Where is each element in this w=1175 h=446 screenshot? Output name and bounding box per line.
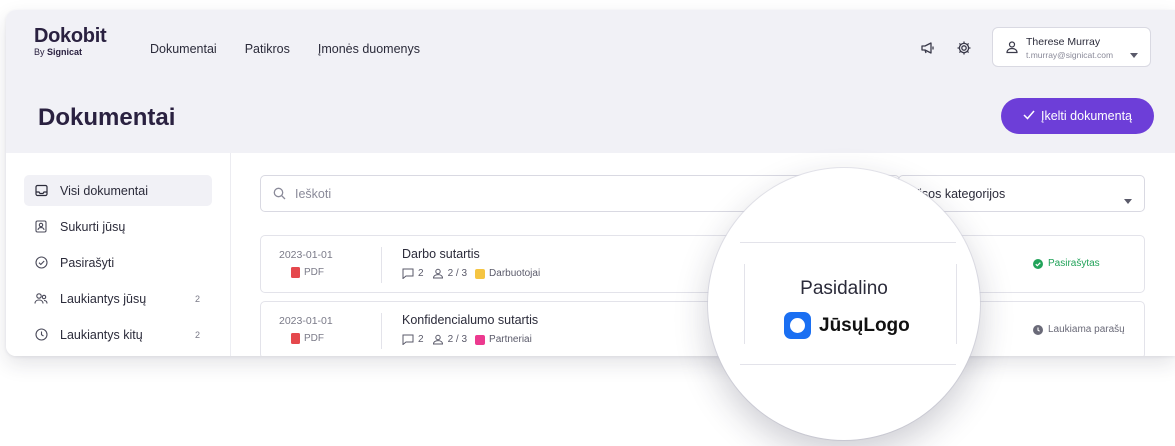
logo-byline: By Signicat — [34, 47, 106, 57]
status-label: Laukiama parašų — [1048, 324, 1125, 335]
shared-by-label: Pasidalino — [800, 278, 888, 299]
announcement-icon[interactable] — [918, 38, 938, 58]
comments-count: 2 — [402, 268, 424, 279]
user-name: Therese Murray — [1026, 36, 1101, 48]
document-row[interactable]: 2023-01-01 PDF Darbo sutartis 2 2 / 3 Da… — [260, 235, 1145, 293]
document-type-label: PDF — [304, 267, 324, 278]
chevron-down-icon — [1124, 191, 1132, 209]
sidebar-item-label: Laukiantys jūsų — [60, 291, 147, 306]
sidebar-item-label: Sukurti jūsų — [60, 219, 126, 234]
dokobit-logo[interactable]: Dokobit By Signicat — [34, 25, 107, 57]
sidebar-item-label: Pasirašyti — [60, 255, 115, 270]
logo-text: JūsųLogo — [819, 314, 910, 336]
sidebar-item-count: 2 — [194, 293, 200, 304]
status-label: Pasirašytas — [1048, 258, 1100, 269]
users-icon — [24, 292, 54, 305]
status-badge: Laukiama parašų — [1033, 324, 1125, 335]
signers-count-value: 2 / 3 — [447, 268, 468, 279]
tag-color-square — [475, 334, 486, 345]
header: Dokobit By Signicat Dokumentai Patikros … — [6, 10, 1175, 153]
sidebar-item-waiting-for-others[interactable]: Laukiantys kitų 2 — [24, 319, 212, 350]
category-tag: Partneriai — [475, 334, 532, 345]
app-window: Dokobit By Signicat Dokumentai Patikros … — [6, 10, 1175, 356]
user-menu-dropdown[interactable]: Therese Murray t.murray@signicat.com — [992, 27, 1151, 67]
sidebar-item-waiting-for-you[interactable]: Laukiantys jūsų 2 — [24, 283, 212, 314]
document-meta: 2 2 / 3 Darbuotojai — [402, 268, 548, 279]
company-logo: JūsųLogo — [784, 312, 910, 339]
logo-mark-icon — [784, 312, 811, 339]
clock-filled-icon — [1033, 324, 1043, 335]
inbox-icon — [24, 184, 54, 197]
logo-by: By — [34, 47, 45, 57]
sidebar-item-created-by-you[interactable]: Sukurti jūsų — [24, 211, 212, 242]
comments-count-value: 2 — [418, 268, 424, 279]
sidebar-item-signed[interactable]: Pasirašyti — [24, 247, 212, 278]
sidebar-item-label: Laukiantys kitų — [60, 327, 143, 342]
document-row[interactable]: 2023-01-01 PDF Konfidencialumo sutartis … — [260, 301, 1145, 356]
document-list-panel: Ieškoti Visos kategorijos 2023-01-01 PDF… — [231, 153, 1175, 356]
pdf-icon — [291, 333, 300, 344]
upload-button-label: Įkelti dokumentą — [1040, 109, 1133, 123]
divider — [956, 264, 957, 344]
divider — [740, 242, 956, 243]
document-type-label: PDF — [304, 333, 324, 344]
clock-icon — [24, 328, 54, 341]
document-title: Darbo sutartis — [402, 247, 480, 261]
document-type: PDF — [291, 333, 324, 344]
magnifier-callout: Pasidalino JūsųLogo — [708, 168, 980, 440]
top-nav: Dokumentai Patikros Įmonės duomenys — [150, 42, 420, 56]
search-placeholder: Ieškoti — [295, 187, 332, 201]
signers-count-value: 2 / 3 — [447, 334, 468, 345]
row-divider — [381, 247, 382, 283]
nav-item-patikros[interactable]: Patikros — [245, 42, 290, 56]
chevron-down-icon — [1130, 45, 1138, 63]
divider — [740, 364, 956, 365]
status-badge: Pasirašytas — [1033, 258, 1100, 269]
sidebar-item-label: Visi dokumentai — [60, 183, 149, 198]
upload-document-button[interactable]: Įkelti dokumentą — [1001, 98, 1154, 134]
settings-gear-icon[interactable] — [954, 38, 974, 58]
document-meta: 2 2 / 3 Partneriai — [402, 334, 540, 345]
comments-count-value: 2 — [418, 334, 424, 345]
user-icon — [1005, 40, 1019, 59]
person-icon — [432, 334, 443, 345]
person-icon — [432, 268, 443, 279]
comment-icon — [402, 334, 414, 345]
sidebar: Visi dokumentai Sukurti jūsų Pasirašyti … — [6, 153, 231, 356]
logo-wordmark: Dokobit — [34, 25, 107, 47]
signers-count: 2 / 3 — [432, 334, 467, 345]
check-circle-icon — [24, 256, 54, 269]
tag-color-square — [475, 268, 486, 279]
user-email: t.murray@signicat.com — [1026, 50, 1114, 60]
category-tag-label: Partneriai — [489, 334, 532, 345]
document-title: Konfidencialumo sutartis — [402, 313, 539, 327]
document-date: 2023-01-01 — [279, 315, 333, 327]
category-tag-label: Darbuotojai — [489, 268, 541, 279]
signers-count: 2 / 3 — [432, 268, 467, 279]
search-icon — [273, 187, 286, 205]
nav-item-dokumentai[interactable]: Dokumentai — [150, 42, 217, 56]
comments-count: 2 — [402, 334, 424, 345]
user-card-icon — [24, 220, 54, 233]
logo-partner: Signicat — [47, 47, 83, 57]
comment-icon — [402, 268, 414, 279]
pdf-icon — [291, 267, 300, 278]
document-date: 2023-01-01 — [279, 249, 333, 261]
sidebar-item-count: 2 — [194, 329, 200, 340]
divider — [744, 264, 745, 344]
check-circle-filled-icon — [1033, 258, 1043, 269]
category-tag: Darbuotojai — [475, 268, 540, 279]
nav-item-imones-duomenys[interactable]: Įmonės duomenys — [318, 42, 420, 56]
row-divider — [381, 313, 382, 349]
document-type: PDF — [291, 267, 324, 278]
checkmark-icon — [1023, 109, 1035, 123]
page-title: Dokumentai — [38, 104, 176, 131]
sidebar-item-all-documents[interactable]: Visi dokumentai — [24, 175, 212, 206]
